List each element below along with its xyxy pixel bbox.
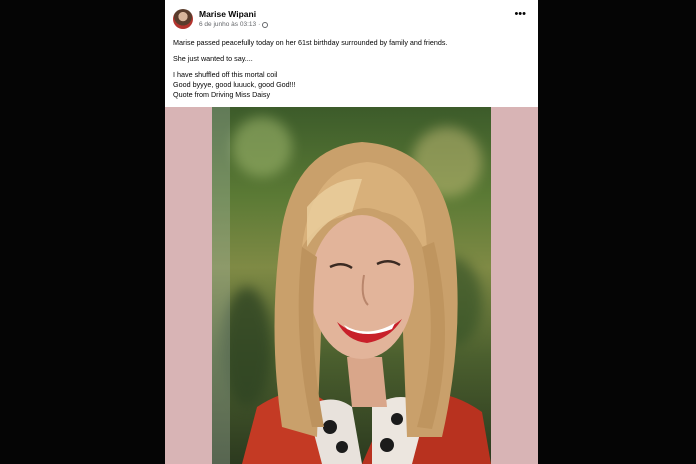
post-meta: 6 de junho às 03:13 · xyxy=(199,21,269,28)
post-timestamp[interactable]: 6 de junho às 03:13 xyxy=(199,21,256,28)
post-media[interactable] xyxy=(165,107,538,464)
post-header: Marise Wipani 6 de junho às 03:13 · ••• xyxy=(165,0,538,34)
portrait-illustration xyxy=(212,107,491,464)
facebook-post: Marise Wipani 6 de junho às 03:13 · ••• … xyxy=(165,0,538,464)
portrait-photo[interactable] xyxy=(212,107,491,464)
post-text: Marise passed peacefully today on her 61… xyxy=(173,38,530,100)
post-paragraph-3: I have shuffled off this mortal coil xyxy=(173,70,278,79)
globe-icon[interactable] xyxy=(262,21,269,28)
post-paragraph-2: She just wanted to say.... xyxy=(173,54,253,63)
author-avatar[interactable] xyxy=(173,9,193,29)
post-paragraph-5: Quote from Driving Miss Daisy xyxy=(173,90,271,99)
meta-separator: · xyxy=(258,21,261,28)
ellipsis-icon[interactable]: ••• xyxy=(514,9,526,20)
post-paragraph-1: Marise passed peacefully today on her 61… xyxy=(173,38,448,47)
author-name[interactable]: Marise Wipani xyxy=(199,9,256,19)
post-paragraph-4: Good byyye, good luuuck, good God!!! xyxy=(173,80,296,89)
